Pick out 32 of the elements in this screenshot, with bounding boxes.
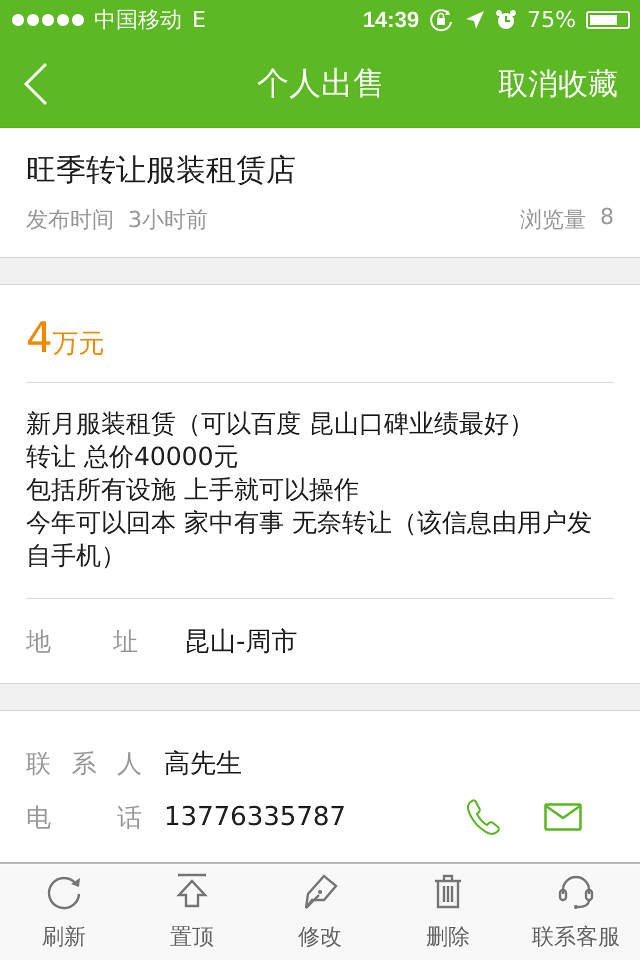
contact-label: 联系人 (26, 748, 142, 780)
posted-label: 发布时间 (26, 207, 114, 235)
carrier-name: 中国移动 (94, 7, 182, 35)
address-value: 昆山-周市 (184, 626, 298, 658)
description-line: 新月服装租赁（可以百度 昆山口碑业绩最好） (26, 408, 535, 440)
mail-icon[interactable] (544, 803, 582, 831)
description-line: 包括所有设施 上手就可以操作 (26, 474, 360, 506)
address-label: 地址 (26, 626, 138, 658)
battery-icon (586, 11, 630, 29)
battery-percent: 75% (527, 8, 576, 32)
signal-icon (12, 14, 84, 26)
toolbar-button[interactable]: 联系客服 (512, 864, 640, 960)
toolbar-button[interactable]: 置顶 (128, 864, 256, 960)
page-title: 个人出售 (257, 63, 385, 104)
back-icon[interactable] (24, 62, 48, 106)
description-line: 今年可以回本 家中有事 无奈转让（该信息由用户发自手机） (26, 507, 593, 572)
status-time: 14:39 (362, 7, 420, 33)
toolbar-button[interactable]: 删除 (384, 864, 512, 960)
listing-title: 旺季转让服装租赁店 (26, 152, 297, 190)
contact-name: 高先生 (164, 748, 242, 780)
location-arrow-icon (465, 10, 486, 30)
views-count: 8 (600, 205, 614, 232)
description-line: 转让 总价40000元 (26, 441, 240, 473)
phone-label: 电话 (26, 802, 142, 834)
alarm-icon (495, 9, 518, 31)
phone-number: 13776335787 (164, 802, 346, 832)
price: 4万元 (26, 312, 106, 364)
posted-time: 3小时前 (128, 207, 208, 235)
network-type: E (192, 8, 206, 32)
toolbar-button[interactable]: 修改 (256, 864, 384, 960)
views-label: 浏览量 (520, 207, 586, 235)
toolbar-button[interactable]: 刷新 (0, 864, 128, 960)
